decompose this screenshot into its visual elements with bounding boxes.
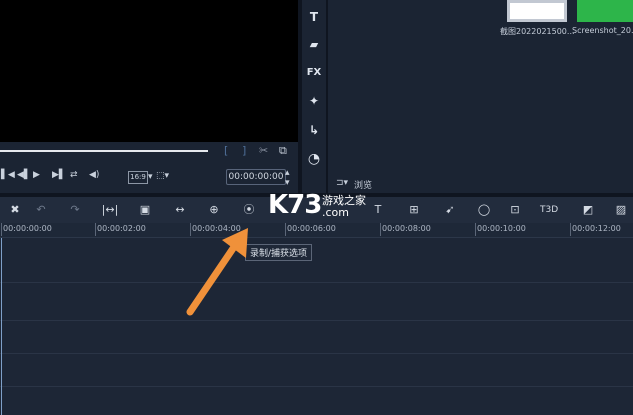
- annotation-arrow-icon: [186, 228, 248, 316]
- repeat-icon[interactable]: ⇄: [70, 170, 78, 180]
- scissors-icon[interactable]: ✂: [259, 144, 268, 157]
- redo-icon[interactable]: ↷: [66, 201, 84, 219]
- fit-icon[interactable]: ⊕: [205, 201, 223, 219]
- mask-icon[interactable]: ◯: [475, 201, 493, 219]
- ratio-dropdown-icon[interactable]: ▾: [148, 172, 153, 182]
- volume-icon[interactable]: ◀): [89, 170, 99, 180]
- library-thumbnail[interactable]: [577, 0, 633, 22]
- ruler-label: 00:00:12:00: [572, 224, 621, 233]
- track-divider: [0, 282, 633, 283]
- home-icon[interactable]: ▌◀: [1, 170, 15, 180]
- tools-icon[interactable]: ✖: [6, 201, 24, 219]
- watermark-url: .com: [322, 206, 349, 219]
- timecode-field[interactable]: 00:00:00:00: [226, 169, 286, 185]
- track-divider: [0, 353, 633, 354]
- watermark-logo: K73: [268, 190, 322, 220]
- motion-icon[interactable]: ➹: [441, 201, 459, 219]
- timecode-stepper-icon[interactable]: ▴ ▾: [285, 168, 290, 188]
- trim-icon[interactable]: |↔|: [101, 201, 119, 219]
- browse-button[interactable]: 浏览: [354, 178, 372, 191]
- browse-icon[interactable]: ⊐▾: [336, 178, 348, 188]
- playhead[interactable]: [1, 238, 2, 415]
- play-icon[interactable]: ▶: [33, 170, 40, 180]
- magic-wand-icon[interactable]: ✦: [304, 94, 324, 108]
- title-icon[interactable]: T: [369, 201, 387, 219]
- track-divider: [0, 386, 633, 387]
- ruler-label: 00:00:10:00: [477, 224, 526, 233]
- grid-icon[interactable]: ⊞: [405, 201, 423, 219]
- thumbnail-label: 截图2022021500...: [500, 27, 575, 36]
- split-icon[interactable]: ↔: [171, 201, 189, 219]
- library-thumbnail[interactable]: [507, 0, 567, 22]
- playback-progress-bar[interactable]: [0, 150, 208, 152]
- record-icon[interactable]: ⦿: [240, 201, 258, 219]
- ruler-label: 00:00:06:00: [287, 224, 336, 233]
- image-icon[interactable]: ▣: [136, 201, 154, 219]
- color-icon[interactable]: ◩: [579, 201, 597, 219]
- crop-icon[interactable]: ⊡: [506, 201, 524, 219]
- title-tool-icon[interactable]: T: [304, 10, 324, 24]
- thumbnail-label: Screenshot_20...: [572, 26, 633, 35]
- resize-icon[interactable]: ⬚▾: [156, 171, 169, 181]
- 3d-title-icon[interactable]: T3D: [540, 201, 558, 219]
- panel-divider: [298, 0, 302, 193]
- video-preview: [0, 0, 298, 142]
- aspect-ratio-select[interactable]: 16:9: [128, 171, 148, 184]
- timeline-tracks[interactable]: [0, 238, 633, 415]
- forward-icon[interactable]: ▶▌: [52, 170, 66, 180]
- ruler-label: 00:00:00:00: [3, 224, 52, 233]
- undo-icon[interactable]: ↶: [32, 201, 50, 219]
- rewind-icon[interactable]: ◀▌: [17, 170, 31, 180]
- media-tool-icon[interactable]: ▰: [304, 38, 324, 51]
- copy-icon[interactable]: ⧉: [279, 144, 287, 158]
- mark-in-icon[interactable]: [: [224, 144, 228, 157]
- speed-gauge-icon[interactable]: ◔: [304, 151, 324, 167]
- ruler-label: 00:00:02:00: [97, 224, 146, 233]
- fx-tool-icon[interactable]: FX: [304, 67, 324, 78]
- mark-out-icon[interactable]: ]: [242, 144, 246, 157]
- more-icon[interactable]: ▨: [612, 201, 630, 219]
- track-divider: [0, 320, 633, 321]
- ruler-label: 00:00:08:00: [382, 224, 431, 233]
- path-tool-icon[interactable]: ↳: [304, 123, 324, 137]
